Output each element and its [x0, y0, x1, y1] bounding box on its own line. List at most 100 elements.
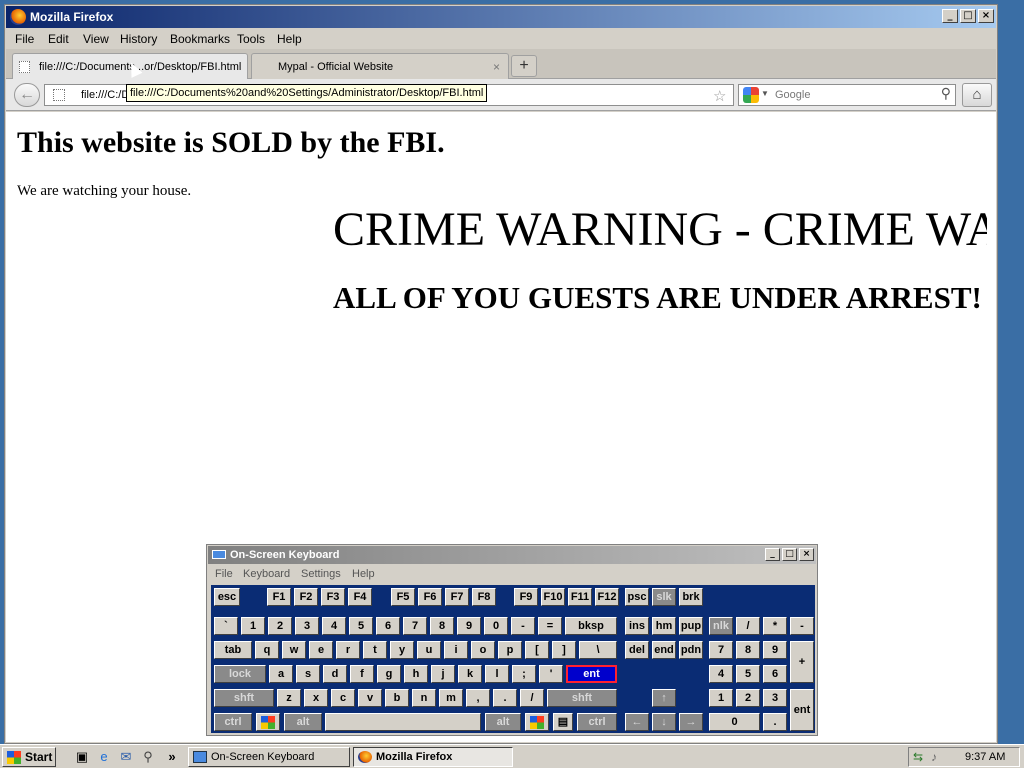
- key-lbr[interactable]: [: [525, 641, 549, 659]
- key-f7[interactable]: F7: [445, 588, 469, 606]
- key-f9[interactable]: F9: [514, 588, 538, 606]
- key-slash[interactable]: /: [520, 689, 544, 707]
- key-ent[interactable]: ent: [566, 665, 617, 683]
- key-f3[interactable]: F3: [321, 588, 345, 606]
- minimize-button[interactable]: _: [942, 9, 958, 23]
- key-w[interactable]: w: [282, 641, 306, 659]
- key-f8[interactable]: F8: [472, 588, 496, 606]
- key-esc[interactable]: esc: [214, 588, 240, 606]
- key-n[interactable]: n: [412, 689, 436, 707]
- key-semi[interactable]: ;: [512, 665, 536, 683]
- key-c[interactable]: c: [331, 689, 355, 707]
- key-menu[interactable]: ▤: [553, 713, 573, 731]
- firefox-title-bar[interactable]: Mozilla Firefox _ □ ×: [6, 6, 996, 28]
- menu-tools[interactable]: Tools: [237, 32, 265, 46]
- key-np6[interactable]: 6: [763, 665, 787, 683]
- key-n9[interactable]: 9: [457, 617, 481, 635]
- key-tab[interactable]: tab: [214, 641, 252, 659]
- key-n8[interactable]: 8: [430, 617, 454, 635]
- new-tab-button[interactable]: +: [511, 55, 537, 77]
- key-lctrl[interactable]: ctrl: [214, 713, 252, 731]
- start-button[interactable]: Start: [2, 747, 56, 767]
- key-down[interactable]: ↓: [652, 713, 676, 731]
- menu-file[interactable]: File: [15, 32, 34, 46]
- osk-maximize-button[interactable]: □: [782, 548, 797, 561]
- key-a[interactable]: a: [269, 665, 293, 683]
- key-lshft[interactable]: shft: [214, 689, 274, 707]
- tab-mypal[interactable]: Mypal - Official Website ×: [251, 53, 509, 79]
- osk-menu-settings[interactable]: Settings: [301, 568, 341, 580]
- volume-icon[interactable]: ♪: [931, 750, 945, 764]
- search-box[interactable]: ▼ Google ⚲: [738, 84, 956, 106]
- key-npdiv[interactable]: /: [736, 617, 760, 635]
- key-bksp[interactable]: bksp: [565, 617, 617, 635]
- key-end[interactable]: end: [652, 641, 676, 659]
- key-period[interactable]: .: [493, 689, 517, 707]
- key-npsub[interactable]: -: [790, 617, 814, 635]
- key-np0[interactable]: 0: [709, 713, 760, 731]
- osk-close-button[interactable]: ×: [799, 548, 814, 561]
- key-np2[interactable]: 2: [736, 689, 760, 707]
- key-hm[interactable]: hm: [652, 617, 676, 635]
- key-j[interactable]: j: [431, 665, 455, 683]
- internet-explorer-icon[interactable]: e: [96, 749, 112, 765]
- key-equal[interactable]: =: [538, 617, 562, 635]
- key-z[interactable]: z: [277, 689, 301, 707]
- key-f12[interactable]: F12: [595, 588, 619, 606]
- key-left[interactable]: ←: [625, 713, 649, 731]
- menu-edit[interactable]: Edit: [48, 32, 69, 46]
- dropdown-arrow-icon[interactable]: ▼: [733, 90, 734, 100]
- key-npdot[interactable]: .: [763, 713, 787, 731]
- key-brk[interactable]: brk: [679, 588, 703, 606]
- key-ralt[interactable]: alt: [485, 713, 521, 731]
- key-np4[interactable]: 4: [709, 665, 733, 683]
- bookmark-star-icon[interactable]: ☆: [713, 87, 726, 105]
- key-npadd[interactable]: +: [790, 641, 814, 683]
- key-n5[interactable]: 5: [349, 617, 373, 635]
- key-n3[interactable]: 3: [295, 617, 319, 635]
- key-n0[interactable]: 0: [484, 617, 508, 635]
- key-f2[interactable]: F2: [294, 588, 318, 606]
- key-i[interactable]: i: [444, 641, 468, 659]
- key-winr[interactable]: [525, 713, 549, 731]
- key-rbr[interactable]: ]: [552, 641, 576, 659]
- key-b[interactable]: b: [385, 689, 409, 707]
- network-icon[interactable]: ⇆: [913, 750, 927, 764]
- maximize-button[interactable]: □: [960, 9, 976, 23]
- search-engine-dropdown-icon[interactable]: ▼: [761, 89, 769, 98]
- key-f1[interactable]: F1: [267, 588, 291, 606]
- search-icon[interactable]: ⚲: [941, 85, 951, 102]
- key-o[interactable]: o: [471, 641, 495, 659]
- key-s[interactable]: s: [296, 665, 320, 683]
- key-h[interactable]: h: [404, 665, 428, 683]
- key-lock[interactable]: lock: [214, 665, 266, 683]
- key-f6[interactable]: F6: [418, 588, 442, 606]
- key-g[interactable]: g: [377, 665, 401, 683]
- key-npent[interactable]: ent: [790, 689, 814, 731]
- key-comma[interactable]: ,: [466, 689, 490, 707]
- taskbar-item-osk[interactable]: On-Screen Keyboard: [188, 747, 350, 767]
- key-quote[interactable]: ': [539, 665, 563, 683]
- back-button[interactable]: ←: [14, 83, 40, 107]
- key-n2[interactable]: 2: [268, 617, 292, 635]
- key-np8[interactable]: 8: [736, 641, 760, 659]
- key-f4[interactable]: F4: [348, 588, 372, 606]
- key-f11[interactable]: F11: [568, 588, 592, 606]
- search-quicklaunch-icon[interactable]: ⚲: [140, 749, 156, 765]
- home-button[interactable]: ⌂: [962, 83, 992, 107]
- key-q[interactable]: q: [255, 641, 279, 659]
- key-grave[interactable]: `: [214, 617, 238, 635]
- key-nlk[interactable]: nlk: [709, 617, 733, 635]
- show-desktop-icon[interactable]: ▣: [74, 749, 90, 765]
- key-n4[interactable]: 4: [322, 617, 346, 635]
- key-pdn[interactable]: pdn: [679, 641, 703, 659]
- key-bsl[interactable]: \: [579, 641, 617, 659]
- key-l[interactable]: l: [485, 665, 509, 683]
- key-up[interactable]: ↑: [652, 689, 676, 707]
- key-lalt[interactable]: alt: [284, 713, 322, 731]
- key-f10[interactable]: F10: [541, 588, 565, 606]
- menu-view[interactable]: View: [83, 32, 109, 46]
- key-space[interactable]: [325, 713, 481, 731]
- osk-minimize-button[interactable]: _: [765, 548, 780, 561]
- menu-history[interactable]: History: [120, 32, 157, 46]
